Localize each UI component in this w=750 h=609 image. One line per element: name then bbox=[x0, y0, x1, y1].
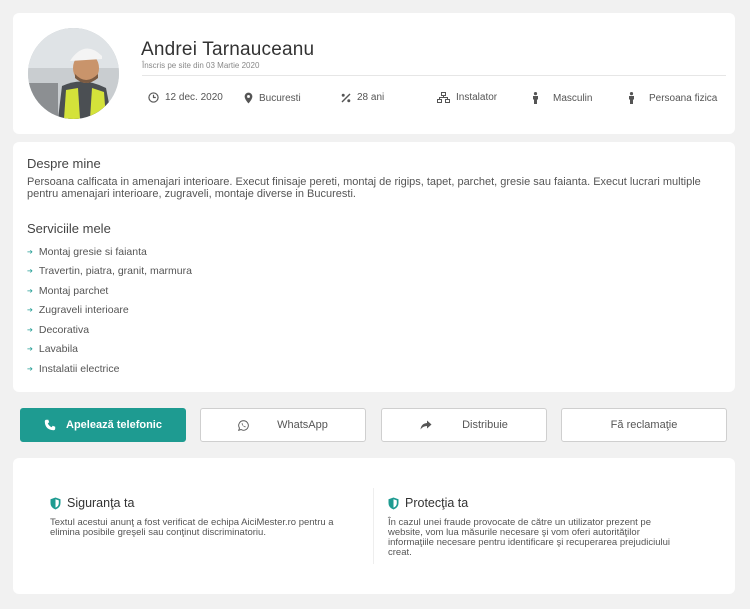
male-icon bbox=[533, 92, 538, 104]
services-title: Serviciile mele bbox=[27, 221, 111, 236]
meta-job-value: Instalator bbox=[456, 92, 498, 103]
meta-person-type-value: Persoana fizica bbox=[649, 92, 718, 104]
list-item: ➔ Travertin, piatra, granit, marmura bbox=[27, 265, 192, 278]
arrow-right-icon: ➔ bbox=[27, 307, 33, 315]
sitemap-icon bbox=[437, 92, 450, 103]
arrow-right-icon: ➔ bbox=[27, 346, 33, 354]
call-button-label: Apelează telefonic bbox=[66, 419, 162, 431]
divider bbox=[373, 488, 374, 564]
avatar bbox=[28, 28, 119, 119]
profile-card: Andrei Tarnauceanu Înscris pe site din 0… bbox=[13, 13, 735, 134]
phone-icon bbox=[44, 419, 56, 431]
protection-section: Protecţia ta În cazul unei fraude provoc… bbox=[388, 496, 688, 558]
report-button-label: Fă reclamaţie bbox=[610, 419, 678, 431]
protection-title-text: Protecţia ta bbox=[405, 496, 469, 510]
arrow-right-icon: ➔ bbox=[27, 248, 33, 256]
protection-text: În cazul unei fraude provocate de către … bbox=[388, 517, 670, 558]
list-item: ➔ Instalatii electrice bbox=[27, 362, 120, 375]
share-button-label: Distribuie bbox=[462, 419, 508, 431]
shield-icon bbox=[388, 497, 399, 509]
percent-icon bbox=[341, 93, 351, 102]
meta-age: 28 ani bbox=[341, 92, 384, 103]
avatar-photo bbox=[28, 28, 119, 119]
meta-job: Instalator bbox=[437, 92, 497, 103]
list-item: ➔ Montaj gresie si faianta bbox=[27, 245, 147, 258]
meta-date-value: 12 dec. 2020 bbox=[165, 92, 223, 103]
whatsapp-icon bbox=[238, 419, 249, 431]
share-button[interactable]: Distribuie bbox=[381, 408, 547, 442]
share-arrow-icon bbox=[420, 420, 432, 430]
safety-text: Textul acestui anunţ a fost verificat de… bbox=[50, 517, 334, 538]
report-button[interactable]: Fă reclamaţie bbox=[561, 408, 727, 442]
meta-city-value: Bucuresti bbox=[259, 92, 301, 104]
meta-date: 12 dec. 2020 bbox=[148, 92, 223, 103]
arrow-right-icon: ➔ bbox=[27, 326, 33, 334]
arrow-right-icon: ➔ bbox=[27, 268, 33, 276]
clock-icon bbox=[148, 92, 159, 103]
location-pin-icon bbox=[244, 92, 253, 104]
whatsapp-button[interactable]: WhatsApp bbox=[200, 408, 366, 442]
actions-bar: Apelează telefonic WhatsApp Distribuie F… bbox=[13, 400, 735, 450]
list-item: ➔ Decorativa bbox=[27, 323, 90, 336]
safety-title-text: Siguranţa ta bbox=[67, 496, 135, 510]
profile-name: Andrei Tarnauceanu bbox=[141, 39, 315, 60]
call-button[interactable]: Apelează telefonic bbox=[20, 408, 186, 442]
shield-icon bbox=[50, 497, 61, 509]
meta-city: Bucuresti bbox=[244, 92, 301, 104]
about-title: Despre mine bbox=[27, 156, 101, 171]
services-list: ➔ Montaj gresie si faianta ➔ Travertin, pi… bbox=[27, 242, 192, 379]
about-text: Persoana calficata in amenajari interioa… bbox=[27, 176, 701, 200]
whatsapp-button-label: WhatsApp bbox=[277, 419, 328, 431]
about-card: Despre mine Persoana calficata in amenaj… bbox=[13, 142, 735, 392]
safety-section: Siguranţa ta Textul acestui anunţ a fost… bbox=[50, 496, 360, 538]
list-item: ➔ Montaj parchet bbox=[27, 284, 109, 297]
list-item: ➔ Zugraveli interioare bbox=[27, 304, 129, 317]
member-since: Înscris pe site din 03 Martie 2020 bbox=[142, 61, 260, 70]
list-item: ➔ Lavabila bbox=[27, 343, 78, 356]
meta-age-value: 28 ani bbox=[357, 92, 385, 103]
safety-title: Siguranţa ta bbox=[50, 496, 360, 510]
meta-gender: Masculin bbox=[532, 92, 592, 104]
arrow-right-icon: ➔ bbox=[27, 287, 33, 295]
protection-title: Protecţia ta bbox=[388, 496, 688, 510]
meta-gender-value: Masculin bbox=[553, 92, 593, 104]
divider bbox=[142, 75, 726, 76]
person-icon bbox=[629, 92, 634, 104]
meta-person-type: Persoana fizica bbox=[628, 92, 717, 104]
arrow-right-icon: ➔ bbox=[27, 365, 33, 373]
trust-card: Siguranţa ta Textul acestui anunţ a fost… bbox=[13, 458, 735, 594]
